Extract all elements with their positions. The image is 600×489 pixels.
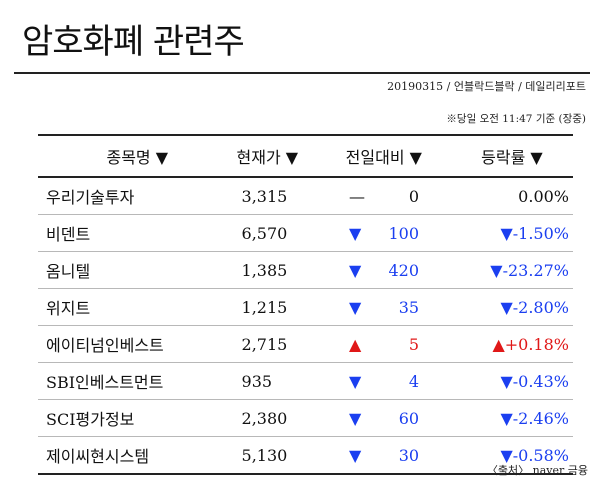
table-body: 우리기술투자 3,315—0 0.00% 비덴트 6,570 ▼ 100 ▼-1.50% 옴니텔…	[38, 178, 573, 475]
change-rate: 0.00%	[518, 186, 569, 206]
change-value: 60	[398, 408, 420, 428]
stock-price: 3,315	[241, 186, 288, 206]
stock-name: 에이티넘인베스트	[46, 336, 164, 355]
stock-price: 1,385	[241, 260, 288, 280]
table-row: 비덴트 6,570 ▼ 100 ▼-1.50%	[38, 215, 573, 252]
table-row: 에이티넘인베스트 2,715 ▲ 5 ▲+0.18%	[38, 326, 573, 363]
stock-change: ▼ 35	[349, 298, 457, 317]
change-rate: ▼-2.80%	[500, 297, 569, 317]
header-price[interactable]: 현재가 ▼	[237, 144, 346, 168]
up-arrow-icon: ▲	[349, 334, 362, 354]
stock-change: ▼ 420	[349, 261, 457, 280]
header-change[interactable]: 전일대비 ▼	[346, 144, 455, 168]
down-arrow-icon: ▼	[349, 260, 362, 280]
header-name[interactable]: 종목명 ▼	[38, 144, 237, 168]
stock-change: ▼ 60	[349, 409, 457, 428]
table-row: 우리기술투자 3,315—0 0.00%	[38, 178, 573, 215]
down-arrow-icon: ▼	[349, 445, 362, 465]
stock-name: 우리기술투자	[46, 188, 135, 207]
change-rate: ▼-23.27%	[490, 260, 569, 280]
title-divider	[14, 72, 590, 74]
change-rate: ▲+0.18%	[492, 334, 569, 354]
stock-table: 종목명 ▼ 현재가 ▼ 전일대비 ▼ 등락률 ▼ 우리기술투자 3,315—0 0.…	[38, 134, 573, 475]
time-note: ※당일 오전 11:47 기준 (장중)	[446, 113, 586, 125]
change-value: 4	[408, 371, 420, 391]
down-arrow-icon: ▼	[349, 408, 362, 428]
change-rate: ▼-2.46%	[500, 408, 569, 428]
stock-price: 1,215	[241, 297, 288, 317]
stock-price: 935	[241, 371, 273, 391]
down-arrow-icon: ▼	[349, 223, 362, 243]
table-row: SCI평가정보 2,380 ▼ 60 ▼-2.46%	[38, 400, 573, 437]
byline: 20190315 / 언블락드블락 / 데일리리포트	[387, 80, 586, 93]
stock-name: SCI평가정보	[46, 410, 135, 429]
down-arrow-icon: ▼	[349, 297, 362, 317]
stock-price: 5,130	[241, 445, 288, 465]
source-note: 〈출처〉 naver 금융	[486, 464, 588, 477]
stock-name: 위지트	[46, 299, 91, 318]
flat-dash-icon: —	[349, 186, 366, 206]
change-rate: ▼-1.50%	[500, 223, 569, 243]
change-value: 0	[408, 186, 420, 206]
stock-name: 비덴트	[46, 225, 91, 244]
stock-price: 2,380	[241, 408, 288, 428]
stock-change: ▲ 5	[349, 335, 457, 354]
change-value: 420	[388, 260, 420, 280]
table-row: 위지트 1,215 ▼ 35 ▼-2.80%	[38, 289, 573, 326]
change-value: 5	[408, 334, 420, 354]
stock-change: —0	[349, 187, 457, 206]
stock-change: ▼ 100	[349, 224, 457, 243]
change-value: 35	[398, 297, 420, 317]
stock-name: SBI인베스트먼트	[46, 373, 164, 392]
change-rate: ▼-0.43%	[500, 371, 569, 391]
table-row: 옴니텔 1,385 ▼ 420 ▼-23.27%	[38, 252, 573, 289]
stock-change: ▼ 30	[349, 446, 457, 465]
stock-price: 2,715	[241, 334, 288, 354]
stock-name: 옴니텔	[46, 262, 91, 281]
stock-price: 6,570	[241, 223, 288, 243]
table-header: 종목명 ▼ 현재가 ▼ 전일대비 ▼ 등락률 ▼	[38, 134, 573, 178]
stock-change: ▼ 4	[349, 372, 457, 391]
change-value: 30	[398, 445, 420, 465]
stock-name: 제이씨현시스템	[46, 447, 150, 466]
change-value: 100	[388, 223, 420, 243]
down-arrow-icon: ▼	[349, 371, 362, 391]
header-rate[interactable]: 등락률 ▼	[455, 144, 573, 168]
page-title: 암호화폐 관련주	[22, 22, 245, 62]
table-row: SBI인베스트먼트 935 ▼ 4 ▼-0.43%	[38, 363, 573, 400]
